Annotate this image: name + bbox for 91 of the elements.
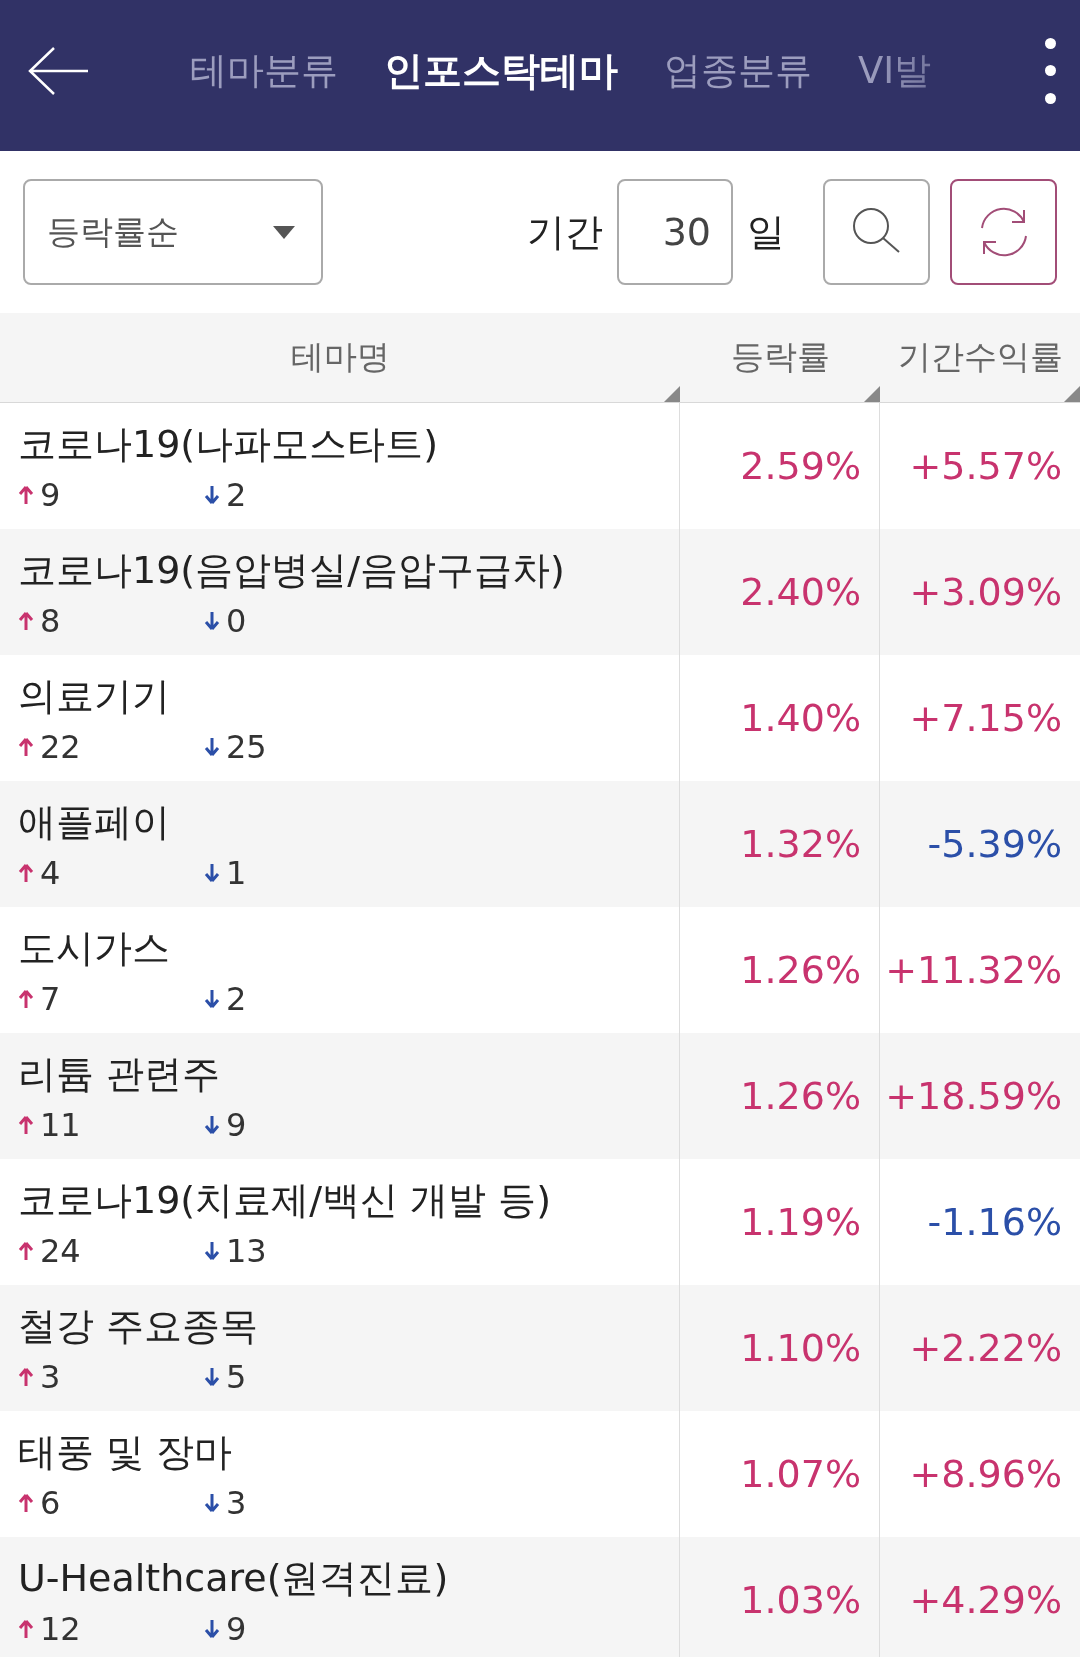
column-header[interactable]: 기간수익률	[897, 335, 1063, 380]
rising-count: 7	[40, 979, 61, 1018]
refresh-button[interactable]	[950, 179, 1057, 285]
change-rate: 1.32%	[740, 822, 862, 866]
theme-name: 코로나19(음압병실/음압구급차)	[18, 546, 566, 594]
change-rate: 2.40%	[740, 570, 862, 614]
arrow-up-icon	[18, 1114, 34, 1135]
theme-name: 철강 주요종목	[18, 1302, 260, 1350]
period-return: +2.22%	[909, 1326, 1063, 1370]
theme-name: 애플페이	[18, 798, 171, 846]
search-button[interactable]	[823, 179, 930, 285]
falling-count: 3	[226, 1483, 247, 1522]
theme-name: 코로나19(나파모스타트)	[18, 420, 439, 468]
arrow-up-icon	[18, 862, 34, 883]
arrow-down-icon	[204, 1366, 220, 1387]
sort-dropdown[interactable]: 등락률순	[23, 179, 323, 285]
arrow-down-icon	[204, 1492, 220, 1513]
arrow-down-icon	[204, 862, 220, 883]
table-row[interactable]: 애플페이 4 1 1.32% -5.39%	[0, 781, 1080, 907]
arrow-down-icon	[204, 610, 220, 631]
arrow-up-icon	[18, 484, 34, 505]
arrow-up-icon	[18, 610, 34, 631]
period-return: +4.29%	[909, 1578, 1063, 1622]
change-rate: 2.59%	[740, 444, 862, 488]
falling-count: 0	[226, 601, 247, 640]
arrow-down-icon	[204, 988, 220, 1009]
falling-count: 9	[226, 1609, 247, 1648]
column-header[interactable]: 등락률	[730, 335, 830, 380]
falling-count: 5	[226, 1357, 247, 1396]
theme-name: U-Healthcare(원격진료)	[18, 1554, 450, 1602]
arrow-down-icon	[204, 1618, 220, 1639]
rising-count: 11	[40, 1105, 81, 1144]
back-arrow-icon	[28, 45, 90, 96]
theme-name: 코로나19(치료제/백신 개발 등)	[18, 1176, 552, 1224]
change-rate: 1.26%	[740, 948, 862, 992]
rising-count: 9	[40, 475, 61, 514]
table-row[interactable]: 코로나19(음압병실/음압구급차) 8 0 2.40% +3.09%	[0, 529, 1080, 655]
unit-label: 일	[747, 208, 785, 256]
period-return: +11.32%	[885, 948, 1063, 992]
period-return: +18.59%	[885, 1074, 1063, 1118]
theme-name: 의료기기	[18, 672, 171, 720]
rising-count: 24	[40, 1231, 81, 1270]
column-header[interactable]: 테마명	[290, 335, 390, 380]
table-row[interactable]: U-Healthcare(원격진료) 12 9 1.03% +4.29%	[0, 1537, 1080, 1657]
change-rate: 1.07%	[740, 1452, 862, 1496]
falling-count: 13	[226, 1231, 267, 1270]
falling-count: 9	[226, 1105, 247, 1144]
table-row[interactable]: 철강 주요종목 3 5 1.10% +2.22%	[0, 1285, 1080, 1411]
rising-count: 6	[40, 1483, 61, 1522]
period-return: -5.39%	[927, 822, 1063, 866]
arrow-up-icon	[18, 1366, 34, 1387]
arrow-down-icon	[204, 1114, 220, 1135]
tab[interactable]: 테마분류	[190, 45, 338, 96]
change-rate: 1.19%	[740, 1200, 862, 1244]
falling-count: 25	[226, 727, 267, 766]
period-return: +3.09%	[909, 570, 1063, 614]
change-rate: 1.26%	[740, 1074, 862, 1118]
back-button[interactable]	[28, 45, 90, 96]
arrow-down-icon	[204, 484, 220, 505]
period-return: +8.96%	[909, 1452, 1063, 1496]
caret-icon	[273, 225, 295, 239]
change-rate: 1.40%	[740, 696, 862, 740]
rising-count: 3	[40, 1357, 61, 1396]
period-label: 기간	[527, 208, 603, 256]
tab[interactable]: VI발	[858, 45, 932, 96]
arrow-up-icon	[18, 988, 34, 1009]
rising-count: 22	[40, 727, 81, 766]
tab[interactable]: 인포스탁테마	[384, 43, 618, 98]
rising-count: 8	[40, 601, 61, 640]
period-return: +5.57%	[909, 444, 1063, 488]
period-return: -1.16%	[927, 1200, 1063, 1244]
theme-name: 도시가스	[18, 924, 171, 972]
falling-count: 2	[226, 979, 247, 1018]
table-row[interactable]: 리튬 관련주 11 9 1.26% +18.59%	[0, 1033, 1080, 1159]
falling-count: 1	[226, 853, 247, 892]
rising-count: 4	[40, 853, 61, 892]
period-return: +7.15%	[909, 696, 1063, 740]
theme-name: 태풍 및 장마	[18, 1428, 234, 1476]
rising-count: 12	[40, 1609, 81, 1648]
change-rate: 1.03%	[740, 1578, 862, 1622]
arrow-up-icon	[18, 736, 34, 757]
period-field[interactable]: 30	[617, 179, 733, 285]
tab[interactable]: 업종분류	[664, 45, 812, 96]
arrow-up-icon	[18, 1618, 34, 1639]
arrow-down-icon	[204, 736, 220, 757]
arrow-down-icon	[204, 1240, 220, 1261]
change-rate: 1.10%	[740, 1326, 862, 1370]
arrow-up-icon	[18, 1492, 34, 1513]
falling-count: 2	[226, 475, 247, 514]
theme-name: 리튬 관련주	[18, 1050, 222, 1098]
arrow-up-icon	[18, 1240, 34, 1261]
